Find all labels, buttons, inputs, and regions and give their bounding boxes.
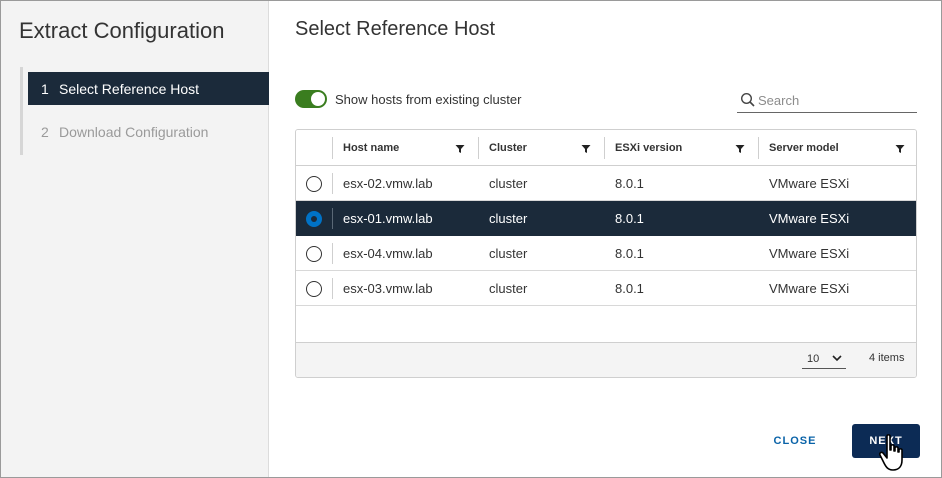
- hosts-grid: Host name Cluster ESXi version Server mo…: [295, 129, 917, 378]
- cell-cluster: cluster: [489, 281, 528, 296]
- table-row[interactable]: esx-04.vmw.lab cluster 8.0.1 VMware ESXi: [296, 236, 916, 271]
- grid-footer: 10 4 items: [296, 342, 916, 377]
- dialog-title: Extract Configuration: [19, 18, 225, 43]
- cell-esxi-version: 8.0.1: [615, 211, 644, 226]
- page-title: Select Reference Host: [295, 18, 496, 40]
- cell-cluster: cluster: [489, 211, 528, 226]
- row-select-cell: [296, 201, 332, 236]
- steps-panel: Extract Configuration 1 Select Reference…: [1, 1, 269, 477]
- column-label: Server model: [769, 142, 839, 154]
- row-radio[interactable]: [306, 245, 322, 262]
- items-count: 4 items: [869, 352, 905, 364]
- column-label: Cluster: [489, 142, 527, 154]
- cell-esxi-version: 8.0.1: [615, 281, 644, 296]
- column-label: Host name: [343, 142, 400, 154]
- cell-server-model: VMware ESXi: [769, 246, 850, 261]
- cell-server-model: VMware ESXi: [769, 176, 850, 191]
- row-select-cell: [296, 166, 332, 201]
- table-row[interactable]: esx-01.vmw.lab cluster 8.0.1 VMware ESXi: [296, 201, 916, 236]
- cell-cluster: cluster: [489, 176, 528, 191]
- column-header-host-name[interactable]: Host name: [332, 130, 478, 166]
- step-label: Download Configuration: [59, 123, 209, 140]
- row-radio[interactable]: [306, 280, 322, 297]
- filter-icon[interactable]: [735, 144, 745, 154]
- column-separator: [332, 137, 333, 159]
- column-separator: [604, 137, 605, 159]
- filter-icon[interactable]: [455, 144, 465, 154]
- toggle-knob: [311, 92, 325, 106]
- column-header-cluster[interactable]: Cluster: [478, 130, 604, 166]
- cell-esxi-version: 8.0.1: [615, 176, 644, 191]
- show-existing-cluster-toggle-row: Show hosts from existing cluster: [295, 90, 521, 108]
- cell-server-model: VMware ESXi: [769, 211, 850, 226]
- filter-icon[interactable]: [895, 144, 905, 154]
- search-box: [737, 89, 917, 113]
- step-select-reference-host[interactable]: 1 Select Reference Host: [28, 72, 269, 105]
- cell-host-name: esx-02.vmw.lab: [343, 176, 433, 191]
- hand-pointer-cursor-icon: [878, 434, 903, 471]
- cell-server-model: VMware ESXi: [769, 281, 850, 296]
- column-separator: [478, 137, 479, 159]
- cell-host-name: esx-04.vmw.lab: [343, 246, 433, 261]
- column-header-esxi-version[interactable]: ESXi version: [604, 130, 758, 166]
- cell-cluster: cluster: [489, 246, 528, 261]
- grid-header: Host name Cluster ESXi version Server mo…: [296, 130, 916, 166]
- table-row[interactable]: esx-02.vmw.lab cluster 8.0.1 VMware ESXi: [296, 166, 916, 201]
- search-input[interactable]: [758, 93, 908, 108]
- column-header-server-model[interactable]: Server model: [758, 130, 916, 166]
- step-number: 2: [41, 123, 49, 140]
- extract-configuration-dialog: Extract Configuration 1 Select Reference…: [0, 0, 942, 478]
- cell-host-name: esx-01.vmw.lab: [343, 211, 433, 226]
- step-download-configuration[interactable]: 2 Download Configuration: [28, 115, 269, 148]
- page-size-value: 10: [807, 352, 820, 365]
- column-label: ESXi version: [615, 142, 683, 154]
- column-separator: [758, 137, 759, 159]
- column-separator: [332, 243, 333, 264]
- column-separator: [332, 278, 333, 299]
- column-separator: [332, 208, 333, 229]
- step-label: Select Reference Host: [59, 80, 200, 97]
- filter-icon[interactable]: [581, 144, 591, 154]
- cell-host-name: esx-03.vmw.lab: [343, 281, 433, 296]
- table-row[interactable]: esx-03.vmw.lab cluster 8.0.1 VMware ESXi: [296, 271, 916, 306]
- row-radio[interactable]: [306, 175, 322, 192]
- chevron-down-icon: [832, 355, 842, 362]
- row-select-cell: [296, 271, 332, 306]
- step-number: 1: [41, 80, 49, 97]
- close-button[interactable]: CLOSE: [756, 424, 834, 458]
- steps-rail: [20, 67, 23, 155]
- cell-esxi-version: 8.0.1: [615, 246, 644, 261]
- row-radio[interactable]: [306, 210, 322, 227]
- row-select-cell: [296, 236, 332, 271]
- search-icon: [740, 92, 758, 110]
- page-size-select[interactable]: 10: [802, 349, 846, 369]
- toggle-label: Show hosts from existing cluster: [335, 91, 522, 107]
- show-existing-cluster-toggle[interactable]: [295, 90, 327, 108]
- column-separator: [332, 173, 333, 194]
